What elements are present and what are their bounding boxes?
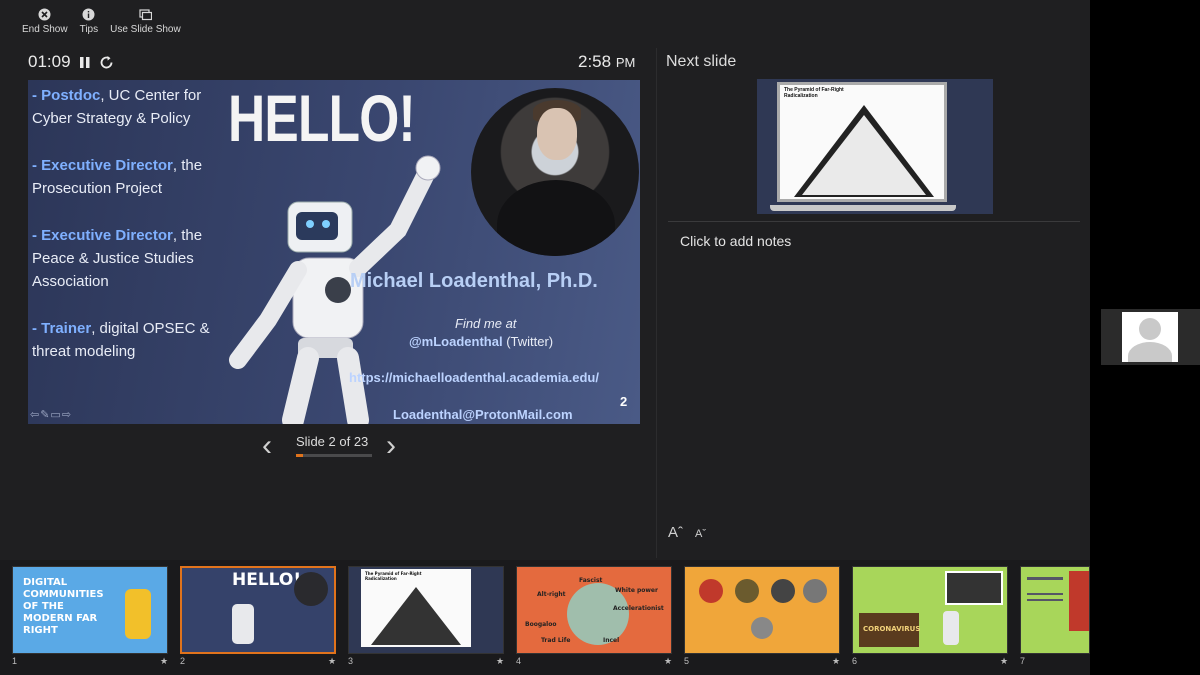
next-slide-header: Next slide	[666, 53, 737, 70]
thumbnail-number: 7	[1020, 656, 1026, 666]
font-size-controls: Aˆ Aˇ	[668, 524, 706, 541]
slide-thumbnail-2[interactable]: HELLO!	[180, 566, 336, 654]
end-show-label: End Show	[22, 24, 68, 35]
star-icon: ★	[160, 656, 169, 666]
laptop-illustration: The Pyramid of Far-Right Radicalization	[770, 82, 956, 211]
clock-ampm: PM	[615, 55, 636, 70]
thumbnail-number: 6	[852, 656, 858, 666]
pane-divider[interactable]	[656, 48, 657, 558]
tips-button[interactable]: Tips	[78, 8, 101, 35]
bullet-item: - Trainer, digital OPSEC & threat modeli…	[32, 320, 210, 360]
tips-label: Tips	[79, 24, 99, 35]
slide-thumbnail-6[interactable]: CORONAVIRUS	[852, 566, 1008, 654]
presenter-view: End Show Tips Use Slide Show 01:09 2:58 …	[0, 0, 1090, 675]
slide-thumbnail-3[interactable]: The Pyramid of Far-Right Radicalization	[348, 566, 504, 654]
reset-timer-icon[interactable]	[99, 55, 114, 70]
academia-url: https://michaelloadenthal.academia.edu/	[349, 370, 599, 385]
participant-video-tile[interactable]	[1101, 309, 1200, 365]
bullet-item: - Executive Director, the Peace & Justic…	[32, 227, 203, 290]
speaker-photo	[471, 88, 639, 256]
slide-thumbnail-1[interactable]: DIGITAL COMMUNITIES OF THE MODERN FAR RI…	[12, 566, 168, 654]
slide-navigation: ‹ Slide 2 of 23 ›	[262, 431, 410, 462]
star-icon: ★	[328, 656, 337, 666]
slide-thumbnail-7[interactable]	[1020, 566, 1090, 654]
use-slide-show-label: Use Slide Show	[110, 24, 181, 35]
clock-time: 2:58	[578, 52, 612, 71]
thumbnail-number: 2	[180, 656, 186, 666]
speaker-name: Michael Loadenthal, Ph.D.	[350, 270, 598, 292]
slide-bullets: - Postdoc, UC Center for Cyber Strategy …	[32, 84, 222, 387]
avatar-icon	[1122, 312, 1178, 362]
info-icon	[82, 8, 95, 21]
current-slide[interactable]: - Postdoc, UC Center for Cyber Strategy …	[28, 80, 640, 424]
pause-icon[interactable]	[79, 56, 91, 69]
next-slide-preview[interactable]: The Pyramid of Far-Right Radicalization	[757, 79, 993, 214]
bullet-item: - Postdoc, UC Center for Cyber Strategy …	[32, 87, 202, 127]
email-address: Loadenthal@ProtonMail.com	[393, 407, 573, 422]
star-icon: ★	[832, 656, 841, 666]
bullet-item: - Executive Director, the Prosecution Pr…	[32, 157, 203, 197]
star-icon: ★	[496, 656, 505, 666]
screens-icon	[139, 9, 152, 21]
end-show-button[interactable]: End Show	[20, 8, 70, 35]
star-icon: ★	[664, 656, 673, 666]
next-slide-chevron-icon[interactable]: ›	[386, 431, 396, 461]
slide-tools-icons[interactable]: ⇦✎▭⇨	[30, 408, 72, 421]
current-time: 2:58 PM	[578, 52, 635, 72]
slide-counter: Slide 2 of 23	[296, 434, 369, 449]
thumbnail-number: 3	[348, 656, 354, 666]
star-icon: ★	[1000, 656, 1009, 666]
elapsed-time: 01:09	[28, 52, 71, 71]
slide-thumbnail-5[interactable]	[684, 566, 840, 654]
thumbnail-number: 5	[684, 656, 690, 666]
slide-thumbnail-4[interactable]: Fascist White power Alt-right Accelerati…	[516, 566, 672, 654]
use-slide-show-button[interactable]: Use Slide Show	[108, 8, 183, 35]
decrease-font-button[interactable]: Aˇ	[695, 528, 706, 540]
notes-divider	[668, 221, 1080, 222]
close-circle-icon	[38, 8, 51, 21]
slide-thumbnail-strip: DIGITAL COMMUNITIES OF THE MODERN FAR RI…	[0, 560, 1090, 675]
thumbnail-number: 4	[516, 656, 522, 666]
speaker-notes-field[interactable]: Click to add notes	[680, 233, 791, 249]
next-thumb-title: The Pyramid of Far-Right Radicalization	[784, 87, 844, 99]
increase-font-button[interactable]: Aˆ	[668, 524, 683, 541]
slide-heading: HELLO!	[228, 81, 416, 155]
previous-slide-chevron-icon[interactable]: ‹	[262, 431, 272, 461]
slide-progress-bar	[296, 454, 372, 457]
slide-page-number: 2	[620, 394, 628, 409]
find-me-text: Find me at	[455, 316, 517, 331]
presenter-toolbar: End Show Tips Use Slide Show	[20, 8, 183, 35]
twitter-handle: @mLoadenthal (Twitter)	[409, 334, 554, 349]
thumbnail-number: 1	[12, 656, 18, 666]
presentation-timer: 01:09	[28, 52, 114, 72]
